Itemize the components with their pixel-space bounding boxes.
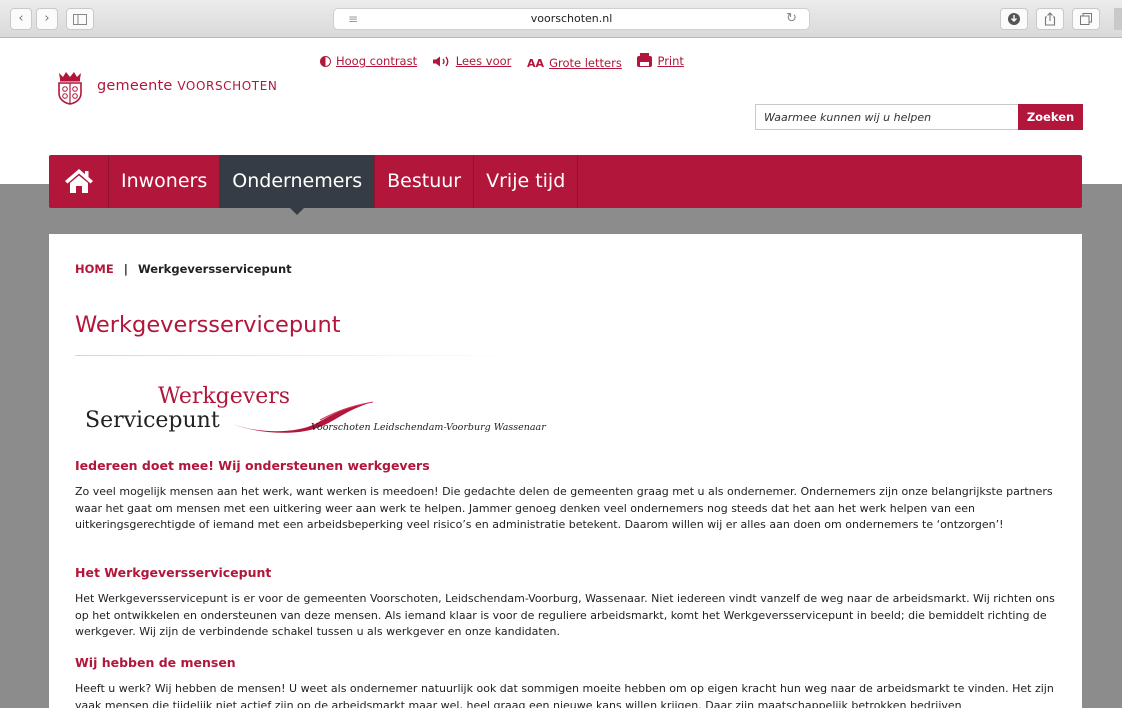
section-heading: Het Werkgeversservicepunt [75,565,272,580]
breadcrumb: HOME | Werkgeversservicepunt [75,262,292,276]
search-input[interactable] [755,104,1018,130]
title-divider [75,355,520,356]
page-title: Werkgeversservicepunt [75,312,341,338]
nav-item-vrije-tijd[interactable]: Vrije tijd [474,155,579,208]
section-body: Zo veel mogelijk mensen aan het werk, wa… [75,485,1053,531]
section-body: Heeft u werk? Wij hebben de mensen! U we… [75,682,1054,708]
speaker-icon [432,56,449,66]
window-edge [1114,8,1122,30]
forward-button[interactable]: › [36,8,58,30]
reload-icon[interactable]: ↻ [786,9,797,29]
search-form: Zoeken [755,104,1083,130]
werkgeversservicepunt-logo: Werkgevers Servicepunt Voorschoten Leids… [85,384,585,444]
nav-item-bestuur[interactable]: Bestuur [375,155,475,208]
section-heading: Wij hebben de mensen [75,655,236,670]
logo-text-prefix: gemeente [97,78,173,94]
nav-home[interactable] [49,155,109,208]
sidebar-icon [73,14,87,25]
downloads-button[interactable] [1000,8,1028,30]
nav-item-ondernemers[interactable]: Ondernemers [220,155,376,215]
share-icon [1044,12,1056,26]
breadcrumb-current: Werkgeversservicepunt [137,262,292,276]
tabs-button[interactable] [1072,8,1100,30]
nav-item-inwoners[interactable]: Inwoners [109,155,221,208]
main-content: HOME | Werkgeversservicepunt Werkgeverss… [49,234,1082,708]
browser-toolbar: ‹ › ≡ voorschoten.nl ↻ [0,0,1122,38]
home-icon [65,169,93,193]
share-button[interactable] [1036,8,1064,30]
main-nav: Inwoners Ondernemers Bestuur Vrije tijd [49,155,1082,215]
search-button[interactable]: Zoeken [1018,104,1083,130]
tabs-icon [1080,13,1092,25]
address-text: voorschoten.nl [530,12,613,25]
high-contrast-label: Hoog contrast [336,54,418,68]
breadcrumb-separator: | [123,262,128,276]
section-body: Het Werkgeversservicepunt is er voor de … [75,592,1055,638]
partner-logo-subtitle: Voorschoten Leidschendam-Voorburg Wassen… [311,422,546,433]
print-icon [637,52,653,67]
back-button[interactable]: ‹ [10,8,32,30]
print-link[interactable]: Print [637,52,684,68]
sidebar-toggle-button[interactable] [66,8,94,30]
logo-text: gemeente VOORSCHOTEN [97,78,278,94]
crest-icon [58,72,82,105]
large-text-label: Grote letters [549,56,622,70]
logo-text-name: VOORSCHOTEN [177,79,278,93]
download-icon [1008,13,1020,25]
contrast-icon [320,55,331,67]
reader-icon[interactable]: ≡ [348,9,358,29]
address-bar[interactable]: ≡ voorschoten.nl ↻ [333,8,810,30]
read-aloud-link[interactable]: Lees voor [432,54,512,68]
partner-logo-line2: Servicepunt [85,408,220,433]
print-label: Print [657,54,684,68]
accessibility-tools: Hoog contrast Lees voor AA Grote letters… [320,52,696,70]
large-text-link[interactable]: AA Grote letters [527,56,622,70]
section-heading: Iedereen doet mee! Wij ondersteunen werk… [75,458,430,473]
read-aloud-label: Lees voor [455,54,512,68]
breadcrumb-home-link[interactable]: HOME [75,262,114,276]
font-size-icon: AA [527,56,545,70]
high-contrast-link[interactable]: Hoog contrast [320,54,417,68]
